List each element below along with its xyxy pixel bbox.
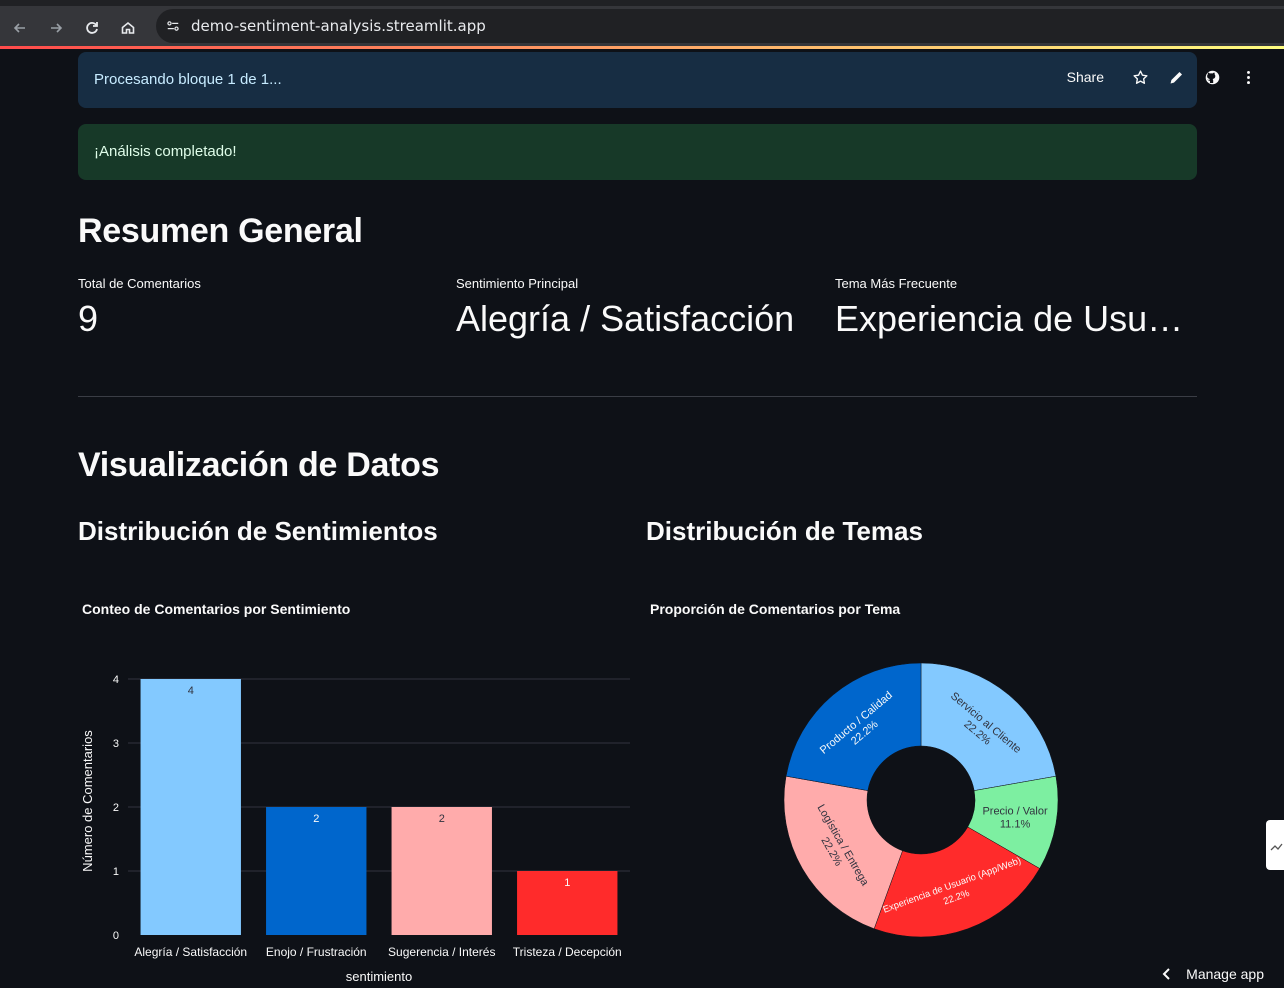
manage-app-button[interactable]: Manage app xyxy=(1162,966,1264,982)
chevron-left-icon xyxy=(1162,967,1172,981)
manage-app-label: Manage app xyxy=(1186,966,1264,982)
slice-label-name: Precio / Valor xyxy=(982,806,1048,818)
donut-chart[interactable]: Servicio al Cliente22.2%Precio / Valor11… xyxy=(0,0,1284,988)
side-panel-handle[interactable] xyxy=(1266,820,1284,870)
slice-label-percent: 11.1% xyxy=(1000,819,1031,831)
